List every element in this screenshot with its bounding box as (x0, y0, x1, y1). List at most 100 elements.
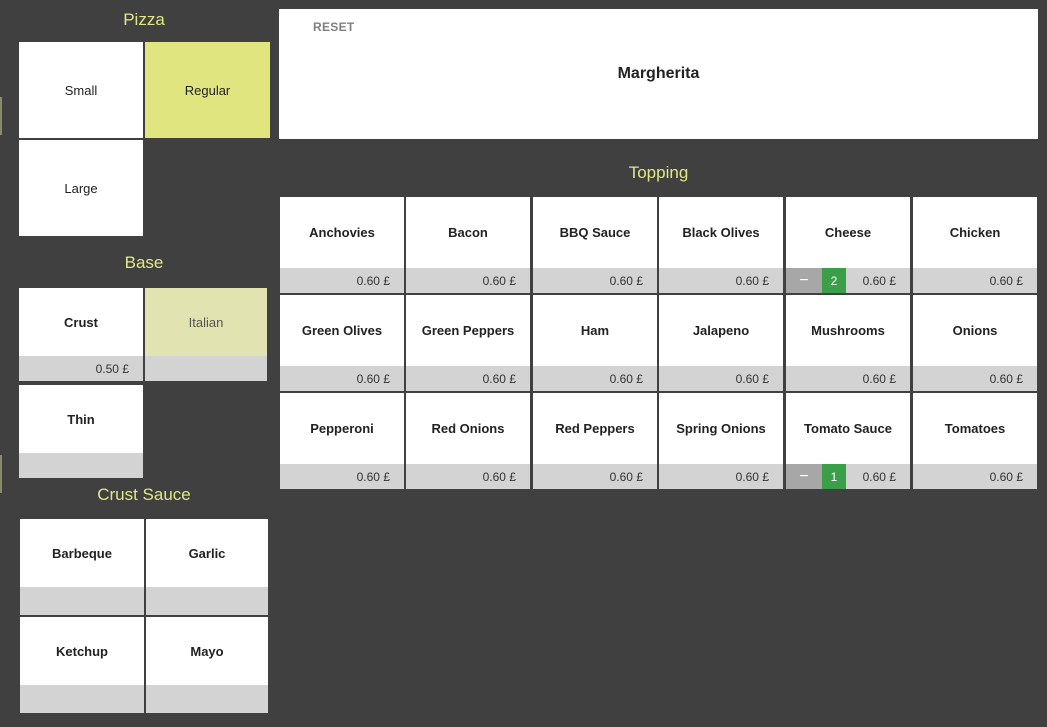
size-label: Small (64, 82, 98, 98)
topping-label: Cheese (824, 225, 872, 240)
topping-label: Red Onions (431, 421, 505, 436)
base-thin-tile[interactable]: Thin (19, 385, 143, 478)
decrement-button[interactable]: − (786, 464, 822, 489)
topping-label: Tomatoes (944, 421, 1006, 436)
size-large-tile[interactable]: Large (19, 140, 143, 236)
topping-price-footer: 0.60 £ (913, 268, 1037, 293)
topping-tile[interactable]: Red Peppers 0.60 £ (533, 393, 657, 489)
topping-price-footer: 0.60 £ (659, 366, 783, 391)
base-label: Thin (67, 411, 95, 427)
base-label: Crust (64, 314, 98, 330)
topping-price-footer: 0.60 £ (533, 464, 657, 489)
reset-button[interactable]: RESET (313, 20, 355, 34)
topping-label: Chicken (949, 225, 1001, 240)
topping-price-footer: 0.60 £ (280, 366, 404, 391)
sauce-label: Barbeque (52, 545, 112, 561)
topping-price-footer: 0.60 £ (280, 268, 404, 293)
topping-label: Mushrooms (811, 323, 885, 338)
base-price-footer (19, 453, 143, 478)
topping-label: Onions (952, 323, 998, 338)
topping-price: 0.60 £ (989, 469, 1023, 484)
topping-tile[interactable]: Chicken 0.60 £ (913, 197, 1037, 293)
sauce-mayo-tile[interactable]: Mayo (146, 617, 268, 713)
topping-tile[interactable]: Tomatoes 0.60 £ (913, 393, 1037, 489)
size-regular-tile[interactable]: Regular (145, 42, 270, 138)
sauce-ketchup-tile[interactable]: Ketchup (20, 617, 144, 713)
topping-tile[interactable]: Green Peppers 0.60 £ (406, 295, 530, 391)
base-price-footer: 0.50 £ (19, 356, 143, 381)
sauce-label: Garlic (188, 545, 226, 561)
base-section-title: Base (124, 253, 164, 272)
topping-price: 0.60 £ (356, 469, 390, 484)
topping-price: 0.60 £ (482, 371, 516, 386)
topping-tile[interactable]: Bacon 0.60 £ (406, 197, 530, 293)
base-price-footer (145, 356, 267, 381)
topping-label: Black Olives (682, 225, 760, 240)
topping-price-footer: −1 0.60 £ (786, 464, 910, 489)
sauce-label: Ketchup (56, 643, 108, 659)
topping-price: 0.60 £ (482, 273, 516, 288)
topping-price: 0.60 £ (989, 371, 1023, 386)
topping-label: Bacon (448, 225, 488, 240)
quantity-stepper: −1 (786, 464, 846, 489)
topping-price-footer: 0.60 £ (533, 268, 657, 293)
sauce-price-footer (20, 587, 144, 615)
topping-label: Green Olives (301, 323, 383, 338)
topping-price: 0.60 £ (735, 371, 769, 386)
topping-tile[interactable]: Pepperoni 0.60 £ (280, 393, 404, 489)
topping-label: Red Peppers (555, 421, 635, 436)
topping-price: 0.60 £ (356, 273, 390, 288)
sauce-price-footer (20, 685, 144, 713)
topping-tile[interactable]: Mushrooms 0.60 £ (786, 295, 910, 391)
topping-tile[interactable]: Cheese −2 0.60 £ (786, 197, 910, 293)
topping-tile[interactable]: Green Olives 0.60 £ (280, 295, 404, 391)
pizza-section-title: Pizza (123, 10, 165, 29)
pizza-name: Margherita (617, 65, 700, 82)
topping-price: 0.60 £ (609, 273, 643, 288)
topping-tile[interactable]: Anchovies 0.60 £ (280, 197, 404, 293)
quantity-count-badge: 1 (822, 464, 846, 489)
topping-tile[interactable]: Black Olives 0.60 £ (659, 197, 783, 293)
sauce-price-footer (146, 587, 268, 615)
topping-price: 0.60 £ (609, 469, 643, 484)
topping-tile[interactable]: BBQ Sauce 0.60 £ (533, 197, 657, 293)
topping-price-footer: 0.60 £ (280, 464, 404, 489)
sauce-label: Mayo (190, 643, 224, 659)
topping-label: Jalapeno (692, 323, 750, 338)
size-small-tile[interactable]: Small (19, 42, 143, 138)
topping-price-footer: 0.60 £ (913, 366, 1037, 391)
left-edge-mark (0, 97, 2, 135)
sauce-price-footer (146, 685, 268, 713)
topping-tile[interactable]: Spring Onions 0.60 £ (659, 393, 783, 489)
topping-price-footer: −2 0.60 £ (786, 268, 910, 293)
topping-label: Pepperoni (310, 421, 374, 436)
topping-price: 0.60 £ (356, 371, 390, 386)
topping-label: Tomato Sauce (804, 421, 892, 436)
topping-tile[interactable]: Onions 0.60 £ (913, 295, 1037, 391)
topping-price-footer: 0.60 £ (406, 464, 530, 489)
topping-price: 0.60 £ (989, 273, 1023, 288)
crust-sauce-section-title: Crust Sauce (97, 485, 191, 504)
topping-label: Anchovies (309, 225, 375, 240)
topping-price: 0.60 £ (862, 371, 896, 386)
topping-price: 0.60 £ (735, 469, 769, 484)
topping-section-title: Topping (628, 163, 689, 182)
pizza-header-panel: RESET Margherita (279, 9, 1038, 139)
topping-tile[interactable]: Red Onions 0.60 £ (406, 393, 530, 489)
topping-price: 0.60 £ (609, 371, 643, 386)
topping-price: 0.60 £ (735, 273, 769, 288)
base-price: 0.50 £ (95, 361, 129, 376)
topping-price-footer: 0.60 £ (406, 268, 530, 293)
decrement-button[interactable]: − (786, 268, 822, 293)
quantity-stepper: −2 (786, 268, 846, 293)
size-label: Regular (184, 82, 231, 98)
base-crust-tile[interactable]: Crust 0.50 £ (19, 288, 143, 381)
topping-tile[interactable]: Ham 0.60 £ (533, 295, 657, 391)
topping-price: 0.60 £ (862, 469, 896, 484)
quantity-count-badge: 2 (822, 268, 846, 293)
base-italian-tile[interactable]: Italian (145, 288, 267, 381)
sauce-barbeque-tile[interactable]: Barbeque (20, 519, 144, 615)
topping-tile[interactable]: Jalapeno 0.60 £ (659, 295, 783, 391)
topping-tile[interactable]: Tomato Sauce −1 0.60 £ (786, 393, 910, 489)
sauce-garlic-tile[interactable]: Garlic (146, 519, 268, 615)
